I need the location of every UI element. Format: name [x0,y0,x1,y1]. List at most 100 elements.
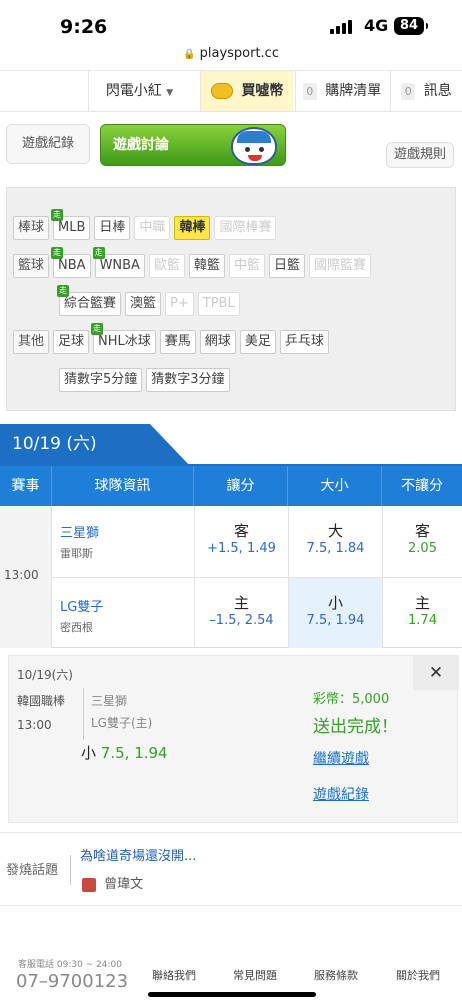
cart-count: 0 [302,83,317,100]
league-jp-basketball[interactable]: 日籃 [269,254,306,278]
panel-league: 韓國職棒 [17,694,66,708]
caret-down-icon: ▼ [166,88,174,98]
league-nbl[interactable]: 澳籃 [125,292,162,316]
time-cell: 13:00 [0,506,52,648]
league-tpbl[interactable]: TPBL [197,292,240,316]
league-sbl[interactable]: 中籃 [228,254,265,278]
league-tennis[interactable]: 網球 [199,330,236,354]
moneyline-away-cell[interactable]: 客 2.05 [383,520,462,577]
battery-icon: 84 [394,17,428,35]
league-soccer[interactable]: 足球 [53,330,90,354]
guess-number-3min[interactable]: 猜數字3分鐘 [146,368,230,392]
league-american-football[interactable]: 美足 [239,330,276,354]
col-over-under: 大小 [288,466,382,506]
category-label-basketball: 籃球 [13,254,50,278]
col-moneyline: 不讓分 [401,478,443,494]
footer-link-contact[interactable]: 聯絡我們 [152,967,196,983]
pick-odds: 7.5, 1.94 [100,744,168,762]
footer-link-about[interactable]: 關於我們 [396,967,440,983]
service-phone[interactable]: 07–9700123 [16,971,128,992]
message-link[interactable]: 0 訊息 [390,71,462,111]
hot-topic-label: 發燒話題 [6,863,59,878]
col-event: 賽事 [0,466,52,506]
game-record-button[interactable]: 遊戲紀錄 [6,124,90,164]
league-intl-baseball[interactable]: 國際棒賽 [214,216,277,240]
signal-icon [330,20,352,34]
pick-side: 小 [81,744,97,762]
mascot-icon [231,127,277,165]
ml-odds: 1.74 [408,613,437,628]
buy-coin-button[interactable]: 買噓幣 [200,71,293,111]
panel-pick: 小 7.5, 1.94 [81,742,168,763]
ou-odds: 7.5, 1.94 [306,613,365,628]
under-cell-selected[interactable]: 小 7.5, 1.94 [289,578,382,648]
category-label-other: 其他 [13,330,50,354]
spread-away-cell[interactable]: 客 +1.5, 1.49 [195,520,288,577]
service-hours: 客服電話 09:30 ~ 24:00 [18,960,122,970]
close-icon[interactable]: ✕ [413,656,459,690]
author-name: 曾瑋文 [104,877,144,892]
footer-link-faq[interactable]: 常見問題 [233,967,277,983]
panel-time: 13:00 [17,718,52,732]
network-type: 4G [364,16,389,35]
new-badge: 走 [57,285,69,297]
cart-label: 購牌清單 [325,83,382,99]
basketball-row-2: 走綜合籃賽 澳籃 P+ TPBL [57,285,240,316]
baseball-row: 棒球 走 MLB 日棒 中職 韓棒 國際棒賽 [13,209,277,240]
avatar [82,877,96,892]
league-jp-baseball[interactable]: 日棒 [94,216,131,240]
address-bar[interactable]: 🔒 playsport.cc [0,46,462,61]
date-tab[interactable]: 10/19 (六) [0,424,190,466]
over-cell[interactable]: 大 7.5, 1.84 [289,520,382,577]
game-discussion-button[interactable]: 遊戲討論 [100,124,286,166]
league-intl-basketball[interactable]: 國際籃賽 [309,254,372,278]
ml-side: 主 [414,594,430,612]
league-nhl[interactable]: 走 NHL冰球 [91,323,156,354]
coin-amount: 彩幣：5,000 [313,692,390,707]
game-rules-button[interactable]: 遊戲規則 [386,142,454,168]
panel-team-home: LG雙子(主) [91,716,153,730]
league-wnba[interactable]: 走 WNBA [92,247,145,278]
continue-game-link[interactable]: 繼續遊戲 [313,748,369,768]
lock-icon: 🔒 [183,49,196,60]
new-badge: 走 [51,209,64,221]
footer: 客服電話 09:30 ~ 24:00 07–9700123 聯絡我們 常見問題 … [0,955,462,1000]
league-p-plus[interactable]: P+ [165,292,194,316]
spread-odds: –1.5, 2.54 [209,613,274,628]
guess-number-5min[interactable]: 猜數字5分鐘 [59,368,143,392]
team-name: LG雙子 [60,600,104,615]
home-indicator [148,992,316,997]
spread-side: 主 [233,594,249,612]
cart-link[interactable]: 0 購牌清單 [295,71,388,111]
league-nba[interactable]: 走 NBA [51,247,91,278]
discussion-label: 遊戲討論 [113,137,169,153]
message-label: 訊息 [423,83,452,99]
spread-home-cell[interactable]: 主 –1.5, 2.54 [195,592,288,648]
new-badge: 走 [51,247,64,259]
ml-side: 客 [414,522,430,540]
league-kbl[interactable]: 韓籃 [188,254,225,278]
spread-side: 客 [233,522,249,540]
status-bar: 9:26 4G 84 🔒 playsport.cc [0,0,462,70]
buy-coin-label: 買噓幣 [241,83,284,99]
team-home[interactable]: LG雙子 密西根 [60,596,103,635]
hot-topic-title[interactable]: 為啥道奇場還沒開... [80,845,196,864]
league-horse-racing[interactable]: 賽馬 [159,330,196,354]
league-table-tennis[interactable]: 乒乓球 [279,330,329,354]
team-away[interactable]: 三星獅 雷耶斯 [60,522,99,561]
user-menu[interactable]: 閃電小紅 ▼ [88,71,190,111]
author-row: 曾瑋文 [82,873,143,892]
ou-side: 小 [327,594,343,612]
moneyline-home-cell[interactable]: 主 1.74 [383,592,462,648]
footer-link-terms[interactable]: 服務條款 [314,967,358,983]
other-row: 其他 足球 走 NHL冰球 賽馬 網球 美足 乒乓球 [13,323,329,354]
league-cpbl[interactable]: 中職 [134,216,171,240]
league-mixed-basketball[interactable]: 走綜合籃賽 [57,285,122,316]
league-euro-basketball[interactable]: 歐籃 [148,254,185,278]
game-record-link[interactable]: 遊戲紀錄 [313,784,369,804]
row-divider [52,577,462,578]
league-kbo[interactable]: 韓棒 [174,216,211,240]
league-mlb[interactable]: 走 MLB [51,209,91,240]
coin-icon [210,83,233,99]
pitcher-name: 密西根 [60,621,93,634]
